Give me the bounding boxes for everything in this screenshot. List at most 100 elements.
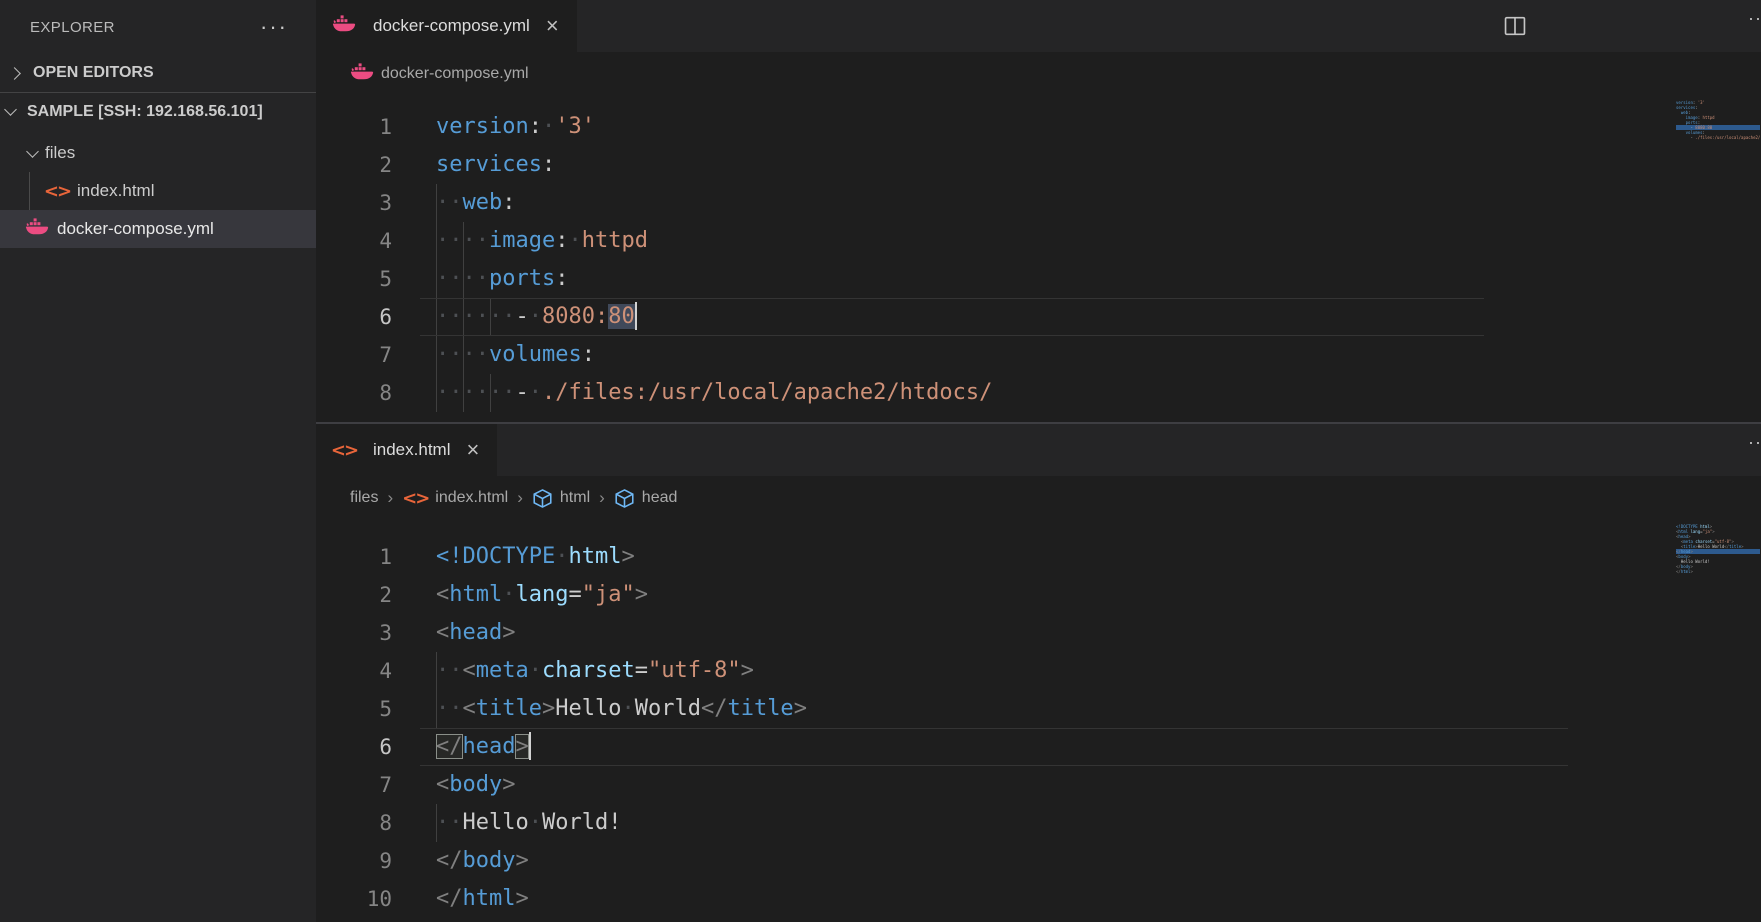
code-line[interactable]: 4····image:·httpd	[316, 222, 1761, 260]
breadcrumb-label: docker-compose.yml	[381, 65, 529, 83]
explorer-header: EXPLORER ···	[0, 0, 316, 54]
project-section[interactable]: SAMPLE [SSH: 192.168.56.101]	[0, 92, 316, 130]
editor-group-index-html: <> index.html × ··· files › <> index.htm…	[316, 424, 1761, 922]
split-editor-icon	[1502, 13, 1528, 39]
docker-icon	[25, 217, 49, 241]
minimap-line: </html>	[1676, 569, 1760, 574]
code-line[interactable]: 8··Hello·World!	[316, 804, 1761, 842]
indent-guide	[29, 172, 30, 210]
breadcrumb-label: index.html	[435, 489, 508, 507]
text-cursor	[529, 732, 531, 760]
code-line[interactable]: 2services:	[316, 146, 1761, 184]
line-number: 5	[316, 690, 392, 728]
code-line[interactable]: 1version:·'3'	[316, 108, 1761, 146]
line-number: 7	[316, 766, 392, 804]
code-lines: 1<!DOCTYPE·html>2<html·lang="ja">3<head>…	[316, 538, 1761, 918]
line-number: 1	[316, 108, 392, 146]
tree-item-docker-compose-selected[interactable]: docker-compose.yml	[0, 210, 316, 248]
code-line[interactable]: 9	[316, 412, 1761, 422]
minimap[interactable]: version: '3'services: web: image: httpd …	[1676, 100, 1760, 140]
tab-label: docker-compose.yml	[373, 16, 530, 36]
chevron-right-icon	[8, 67, 21, 80]
tab-bar: <> index.html × ···	[316, 424, 1761, 476]
code-line[interactable]: 9</body>	[316, 842, 1761, 880]
line-number: 10	[316, 880, 392, 918]
code-line[interactable]: 7····volumes:	[316, 336, 1761, 374]
line-number: 6	[316, 728, 392, 766]
editor-more-actions-icon[interactable]: ···	[1748, 432, 1761, 453]
close-icon[interactable]: ×	[464, 440, 481, 460]
breadcrumb-separator: ›	[517, 488, 523, 508]
breadcrumb-item-files[interactable]: files	[350, 489, 378, 507]
tab-index-html[interactable]: <> index.html ×	[316, 424, 497, 476]
breadcrumb-item-html[interactable]: html	[532, 488, 590, 509]
breadcrumb-separator: ›	[387, 488, 393, 508]
html-icon: <>	[332, 438, 356, 462]
line-number: 4	[316, 652, 392, 690]
line-number: 3	[316, 614, 392, 652]
line-number: 2	[316, 576, 392, 614]
docker-icon	[332, 14, 356, 38]
code-line[interactable]: 10</html>	[316, 880, 1761, 918]
minimap[interactable]: <!DOCTYPE html><html lang="ja"><head> <m…	[1676, 524, 1760, 574]
code-line[interactable]: 3··web:	[316, 184, 1761, 222]
tab-docker-compose[interactable]: docker-compose.yml ×	[316, 0, 577, 52]
html-icon: <>	[45, 179, 69, 203]
code-editor-docker-compose[interactable]: 1version:·'3'2services:3··web:4····image…	[316, 96, 1761, 422]
tree-item-index-html[interactable]: <> index.html	[0, 172, 316, 210]
split-editor-button[interactable]	[1502, 13, 1528, 44]
breadcrumb: docker-compose.yml	[316, 52, 1761, 96]
line-number: 5	[316, 260, 392, 298]
minimap-line: - ./files:/usr/local/apache2/htdocs/	[1676, 135, 1760, 140]
line-number: 9	[316, 412, 392, 422]
html-icon: <>	[402, 488, 428, 509]
code-line[interactable]: 5··<title>Hello·World</title>	[316, 690, 1761, 728]
code-line[interactable]: 3<head>	[316, 614, 1761, 652]
code-line[interactable]: 2<html·lang="ja">	[316, 576, 1761, 614]
breadcrumb-label: html	[560, 489, 590, 507]
breadcrumb-item-index-html[interactable]: <> index.html	[402, 488, 508, 509]
line-number: 3	[316, 184, 392, 222]
line-number: 2	[316, 146, 392, 184]
breadcrumb-item-head[interactable]: head	[614, 488, 678, 509]
editor-more-actions-icon[interactable]: ···	[1748, 8, 1761, 29]
code-line[interactable]: 6······-·8080:80	[316, 298, 1761, 336]
tab-label: index.html	[373, 440, 450, 460]
breadcrumb-item-docker-compose[interactable]: docker-compose.yml	[350, 62, 529, 86]
docker-icon	[350, 62, 374, 86]
breadcrumb-separator: ›	[599, 488, 605, 508]
cube-icon	[614, 488, 635, 509]
more-actions-icon[interactable]: ···	[260, 22, 288, 32]
open-editors-section[interactable]: OPEN EDITORS	[0, 54, 316, 92]
line-number: 7	[316, 336, 392, 374]
chevron-down-icon	[4, 103, 17, 116]
breadcrumb: files › <> index.html › html ›	[316, 476, 1761, 520]
file-tree: files <> index.html docker-compose.yml	[0, 134, 316, 248]
editor-group-docker-compose: docker-compose.yml × ··· docker	[316, 0, 1761, 422]
code-line[interactable]: 6</head>	[316, 728, 1761, 766]
explorer-sidebar: EXPLORER ··· OPEN EDITORS SAMPLE [SSH: 1…	[0, 0, 316, 922]
breadcrumb-label: head	[642, 489, 678, 507]
line-number: 1	[316, 538, 392, 576]
line-number: 9	[316, 842, 392, 880]
docker-icon	[25, 217, 49, 241]
file-label: index.html	[77, 181, 154, 201]
code-line[interactable]: 8······-·./files:/usr/local/apache2/htdo…	[316, 374, 1761, 412]
code-line[interactable]: 5····ports:	[316, 260, 1761, 298]
cube-icon	[614, 488, 635, 509]
tree-item-files-folder[interactable]: files	[0, 134, 316, 172]
editor-area: docker-compose.yml × ··· docker	[316, 0, 1761, 922]
chevron-down-icon	[26, 145, 39, 158]
code-line[interactable]: 1<!DOCTYPE·html>	[316, 538, 1761, 576]
cube-icon	[532, 488, 553, 509]
code-editor-index-html[interactable]: 1<!DOCTYPE·html>2<html·lang="ja">3<head>…	[316, 520, 1761, 922]
close-icon[interactable]: ×	[544, 16, 561, 36]
line-number: 8	[316, 804, 392, 842]
code-line[interactable]: 7<body>	[316, 766, 1761, 804]
folder-label: files	[45, 143, 75, 163]
docker-icon	[332, 14, 356, 38]
tab-bar: docker-compose.yml × ···	[316, 0, 1761, 52]
line-number: 8	[316, 374, 392, 412]
code-line[interactable]: 4··<meta·charset="utf-8">	[316, 652, 1761, 690]
explorer-title: EXPLORER	[30, 19, 115, 36]
